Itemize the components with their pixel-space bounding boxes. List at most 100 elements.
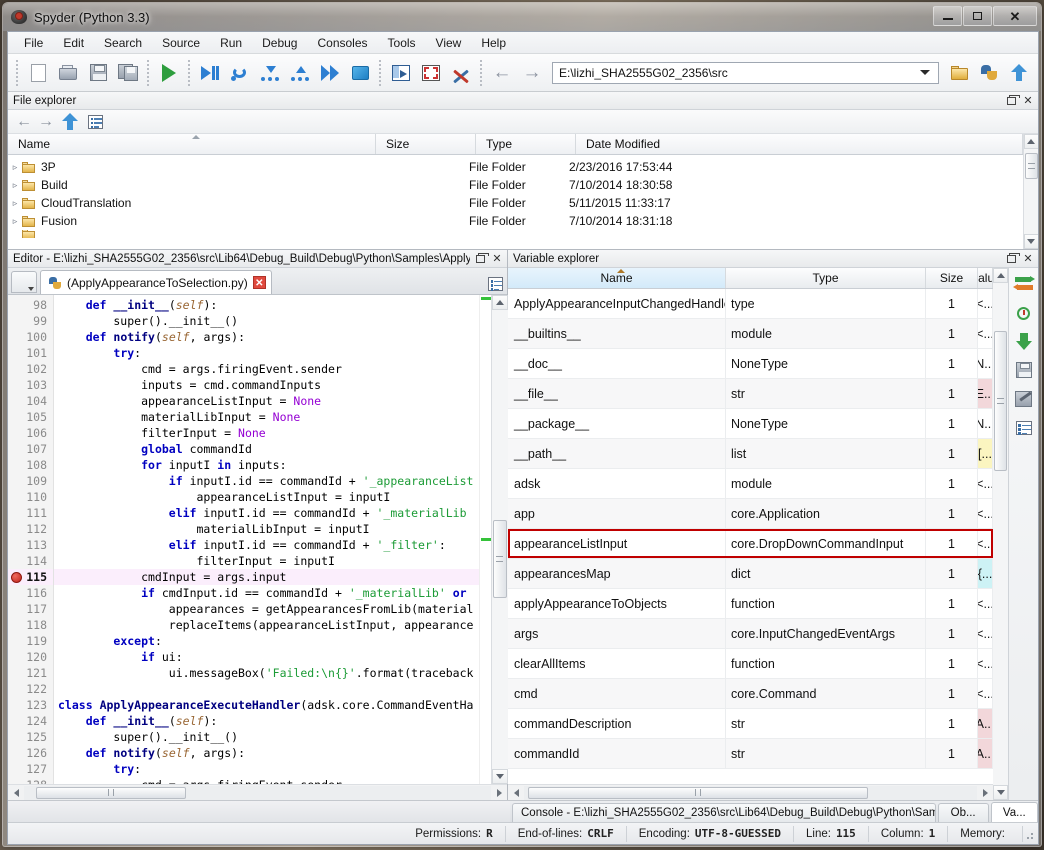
run-button[interactable] bbox=[154, 58, 184, 88]
line-number[interactable]: 118 bbox=[8, 617, 53, 633]
code-line[interactable]: materialLibInput = inputI bbox=[54, 521, 479, 537]
code-line[interactable]: filterInput = inputI bbox=[54, 553, 479, 569]
working-directory-combo[interactable]: E:\lizhi_SHA2555G02_2356\src bbox=[552, 61, 939, 84]
code-line[interactable]: elif inputI.id == commandId + '_filter': bbox=[54, 537, 479, 553]
line-number[interactable]: 120 bbox=[8, 649, 53, 665]
line-number[interactable]: 99 bbox=[8, 313, 53, 329]
save-data-as-button[interactable] bbox=[1013, 388, 1035, 410]
scroll-left-button[interactable] bbox=[8, 785, 24, 801]
code-line[interactable]: class ApplyAppearanceExecuteHandler(adsk… bbox=[54, 697, 479, 713]
breakpoint-icon[interactable] bbox=[11, 572, 22, 583]
debug-file-button[interactable] bbox=[195, 58, 225, 88]
line-number[interactable]: 114 bbox=[8, 553, 53, 569]
code-line[interactable]: try: bbox=[54, 761, 479, 777]
step-into-button[interactable] bbox=[255, 58, 285, 88]
column-header-type[interactable]: Type bbox=[726, 268, 926, 288]
scroll-thumb[interactable] bbox=[36, 786, 186, 799]
wd-back-button[interactable]: ← bbox=[487, 58, 517, 88]
file-explorer-undock-button[interactable] bbox=[1004, 94, 1020, 108]
line-number[interactable]: 100 bbox=[8, 329, 53, 345]
save-file-button[interactable] bbox=[83, 58, 113, 88]
code-line[interactable]: filterInput = None bbox=[54, 425, 479, 441]
column-header-name[interactable]: Name bbox=[508, 268, 726, 288]
maximize-pane-button[interactable] bbox=[386, 58, 416, 88]
file-explorer-close-button[interactable]: ✕ bbox=[1021, 94, 1035, 108]
code-line[interactable]: materialLibInput = None bbox=[54, 409, 479, 425]
scroll-track[interactable] bbox=[24, 785, 491, 800]
stop-debug-button[interactable] bbox=[345, 58, 375, 88]
new-file-button[interactable] bbox=[23, 58, 53, 88]
editor-undock-button[interactable] bbox=[473, 252, 489, 266]
column-header-value[interactable]: 'alu bbox=[978, 268, 993, 288]
table-row[interactable]: __file__str1E... bbox=[508, 379, 993, 409]
scroll-down-button[interactable] bbox=[1023, 234, 1038, 249]
scroll-up-button[interactable] bbox=[1023, 134, 1038, 149]
fullscreen-button[interactable] bbox=[416, 58, 446, 88]
menu-view[interactable]: View bbox=[426, 33, 472, 53]
code-line[interactable]: appearanceListInput = inputI bbox=[54, 489, 479, 505]
fe-parent-button[interactable] bbox=[62, 113, 78, 130]
expander-icon[interactable]: ▹ bbox=[8, 180, 22, 191]
line-number[interactable]: 103 bbox=[8, 377, 53, 393]
line-number[interactable]: 121 bbox=[8, 665, 53, 681]
wd-forward-button[interactable]: → bbox=[517, 58, 547, 88]
scroll-track[interactable] bbox=[993, 283, 1008, 785]
scroll-up-button[interactable] bbox=[491, 295, 508, 310]
line-number[interactable]: 122 bbox=[8, 681, 53, 697]
line-number[interactable]: 124 bbox=[8, 713, 53, 729]
code-line[interactable]: ui.messageBox('Failed:\n{}'.format(trace… bbox=[54, 665, 479, 681]
editor-browse-tabs-button[interactable] bbox=[11, 271, 37, 293]
code-line[interactable]: super().__init__() bbox=[54, 729, 479, 745]
code-line[interactable]: appearanceListInput = None bbox=[54, 393, 479, 409]
line-number[interactable]: 98 bbox=[8, 297, 53, 313]
table-row-partial[interactable] bbox=[8, 230, 1023, 238]
menu-search[interactable]: Search bbox=[94, 33, 152, 53]
refresh-button[interactable] bbox=[1012, 272, 1035, 294]
column-header-date-modified[interactable]: Date Modified bbox=[576, 134, 1023, 154]
column-header-name[interactable]: Name bbox=[8, 134, 376, 154]
menu-run[interactable]: Run bbox=[210, 33, 252, 53]
table-row[interactable]: appearanceListInput core.DropDownCommandI… bbox=[508, 529, 993, 559]
line-number[interactable]: 108 bbox=[8, 457, 53, 473]
column-header-size[interactable]: Size bbox=[926, 268, 978, 288]
browse-directory-button[interactable] bbox=[944, 58, 974, 88]
line-number[interactable]: 110 bbox=[8, 489, 53, 505]
scroll-thumb[interactable] bbox=[994, 331, 1007, 471]
expander-icon[interactable]: ▹ bbox=[8, 198, 22, 209]
editor-tab-close-button[interactable]: ✕ bbox=[252, 276, 266, 289]
code-line[interactable]: def __init__(self): bbox=[54, 713, 479, 729]
line-number[interactable]: 101 bbox=[8, 345, 53, 361]
column-header-type[interactable]: Type bbox=[476, 134, 576, 154]
code-line[interactable]: for inputI in inputs: bbox=[54, 457, 479, 473]
line-number[interactable]: 123 bbox=[8, 697, 53, 713]
line-number[interactable]: 127 bbox=[8, 761, 53, 777]
editor-options-button[interactable] bbox=[488, 277, 503, 291]
table-row[interactable]: applyAppearanceToObjectsfunction1<... bbox=[508, 589, 993, 619]
line-number[interactable]: 102 bbox=[8, 361, 53, 377]
table-row[interactable]: ▹ Build File Folder 7/10/2014 18:30:58 bbox=[8, 176, 1023, 194]
variable-table-vertical-scrollbar[interactable] bbox=[993, 268, 1008, 800]
table-row[interactable]: ▹ Fusion File Folder 7/10/2014 18:31:18 bbox=[8, 212, 1023, 230]
table-row[interactable]: clearAllItemsfunction1<... bbox=[508, 649, 993, 679]
line-number[interactable]: 109 bbox=[8, 473, 53, 489]
scroll-track[interactable] bbox=[524, 785, 977, 800]
code-line[interactable]: if inputI.id == commandId + '_appearance… bbox=[54, 473, 479, 489]
line-number[interactable]: 111 bbox=[8, 505, 53, 521]
menu-source[interactable]: Source bbox=[152, 33, 210, 53]
scroll-right-button[interactable] bbox=[977, 785, 993, 801]
line-number[interactable]: 104 bbox=[8, 393, 53, 409]
table-row[interactable]: commandDescriptionstr1A... bbox=[508, 709, 993, 739]
line-number[interactable]: 125 bbox=[8, 729, 53, 745]
expander-icon[interactable]: ▹ bbox=[8, 162, 22, 173]
chevron-down-icon[interactable] bbox=[920, 70, 930, 75]
code-line[interactable]: if cmdInput.id == commandId + '_material… bbox=[54, 585, 479, 601]
line-number[interactable]: 107 bbox=[8, 441, 53, 457]
open-file-button[interactable] bbox=[53, 58, 83, 88]
scroll-track[interactable] bbox=[491, 310, 508, 769]
line-number[interactable]: 119 bbox=[8, 633, 53, 649]
menu-help[interactable]: Help bbox=[471, 33, 516, 53]
autorefresh-button[interactable] bbox=[1013, 301, 1035, 323]
editor-tab-apply-appearance[interactable]: (ApplyAppearanceToSelection.py) ✕ bbox=[40, 270, 272, 294]
line-number[interactable]: 117 bbox=[8, 601, 53, 617]
code-view[interactable]: 98 99 100 101 102 103 104 105 106 107 108 109 110 111… bbox=[8, 295, 479, 784]
